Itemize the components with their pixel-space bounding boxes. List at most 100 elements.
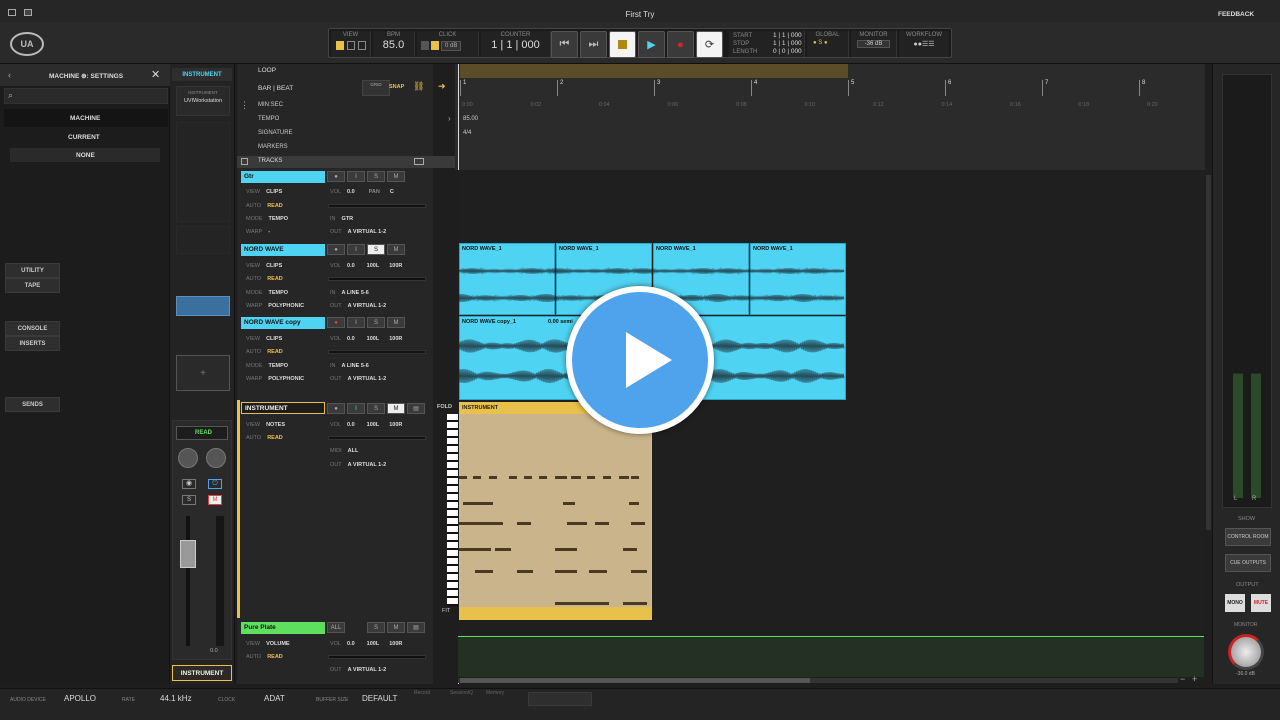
track-name[interactable]: NORD WAVE copy bbox=[241, 317, 325, 329]
record-button[interactable]: ● bbox=[667, 31, 694, 58]
view-mixer-icon[interactable] bbox=[335, 41, 344, 50]
feedback-link[interactable]: FEEDBACK bbox=[1218, 11, 1254, 18]
utility-button[interactable]: UTILITY bbox=[5, 263, 60, 278]
loop-region[interactable] bbox=[460, 64, 848, 78]
window-menu-icon[interactable] bbox=[8, 9, 16, 16]
view-value[interactable]: CLIPS bbox=[266, 189, 282, 195]
editor-icon[interactable]: ▤ bbox=[407, 622, 425, 633]
pan-right-value[interactable]: 100R bbox=[389, 422, 402, 428]
inspector-instrument-tab[interactable]: INSTRUMENT bbox=[172, 68, 232, 81]
in-value[interactable]: GTR bbox=[342, 216, 354, 222]
view-value[interactable]: CLIPS bbox=[266, 336, 282, 342]
mode-value[interactable]: TEMPO bbox=[269, 290, 289, 296]
out-value[interactable]: A VIRTUAL 1-2 bbox=[348, 667, 387, 673]
gain-knob[interactable] bbox=[178, 448, 198, 468]
fit-button[interactable]: FIT bbox=[442, 608, 450, 614]
click-volume[interactable]: 0 dB bbox=[441, 41, 462, 51]
scroll-thumb[interactable] bbox=[460, 678, 810, 683]
track-name[interactable]: Gtr bbox=[241, 171, 325, 183]
mute-button[interactable]: M bbox=[387, 403, 405, 414]
pan-left-value[interactable]: 100L bbox=[367, 263, 380, 269]
mode-value[interactable]: TEMPO bbox=[269, 363, 289, 369]
cue-outputs-button[interactable]: CUE OUTPUTS bbox=[1225, 554, 1271, 572]
vol-value[interactable]: 0.0 bbox=[347, 641, 355, 647]
workflow-icons[interactable]: ●●☰☰ bbox=[899, 40, 949, 48]
in-value[interactable]: A LINE 5-6 bbox=[342, 363, 369, 369]
vol-value[interactable]: 0.0 bbox=[347, 422, 355, 428]
pan-right-value[interactable]: 100R bbox=[389, 641, 402, 647]
pan-knob[interactable] bbox=[206, 448, 226, 468]
zoom-out-icon[interactable]: − bbox=[1180, 674, 1185, 684]
volume-slider[interactable] bbox=[328, 436, 426, 440]
power-icon[interactable]: ⏻ bbox=[208, 479, 222, 489]
loop-button[interactable]: ⟳ bbox=[696, 31, 723, 58]
warp-value[interactable]: POLYPHONIC bbox=[268, 376, 304, 382]
record-arm-button[interactable]: ● bbox=[327, 171, 345, 182]
window-title[interactable]: First Try bbox=[600, 10, 680, 19]
volume-slider[interactable] bbox=[328, 655, 426, 659]
track-name[interactable]: NORD WAVE bbox=[241, 244, 325, 256]
signature-value[interactable]: 4/4 bbox=[463, 130, 471, 136]
control-room-button[interactable]: CONTROL ROOM bbox=[1225, 528, 1271, 546]
tempo-value[interactable]: 85.00 bbox=[463, 116, 478, 122]
view-value[interactable]: CLIPS bbox=[266, 263, 282, 269]
tracks-size-icon[interactable] bbox=[414, 158, 424, 165]
tape-insert-slot[interactable] bbox=[176, 296, 230, 316]
editor-icon[interactable]: ▤ bbox=[407, 403, 425, 414]
track-name[interactable]: Pure Plate bbox=[241, 622, 325, 634]
barbeat-label[interactable]: BAR | BEAT bbox=[258, 85, 293, 92]
inserts-button[interactable]: INSERTS bbox=[5, 336, 60, 351]
track-name[interactable]: INSTRUMENT bbox=[241, 402, 325, 414]
clock-value[interactable]: ADAT bbox=[264, 694, 285, 703]
solo-button[interactable]: S bbox=[367, 622, 385, 633]
view-editor-icon[interactable] bbox=[357, 41, 366, 50]
pan-right-value[interactable]: 100R bbox=[389, 263, 402, 269]
midi-value[interactable]: ALL bbox=[348, 448, 359, 454]
input-monitor-icon[interactable]: ◉ bbox=[182, 479, 196, 489]
rate-value[interactable]: 44.1 kHz bbox=[160, 694, 192, 703]
stop-button[interactable] bbox=[609, 31, 636, 58]
tempo-expand-icon[interactable]: › bbox=[448, 114, 451, 123]
auto-value[interactable]: READ bbox=[267, 435, 283, 441]
vol-value[interactable]: 0.0 bbox=[347, 189, 355, 195]
record-arm-button[interactable]: ● bbox=[327, 317, 345, 328]
view-tracks-icon[interactable] bbox=[346, 41, 355, 50]
out-value[interactable]: A VIRTUAL 1-2 bbox=[348, 303, 387, 309]
counter-value[interactable]: 1 | 1 | 000 bbox=[481, 39, 550, 51]
channel-name[interactable]: INSTRUMENT bbox=[172, 665, 232, 681]
auto-value[interactable]: READ bbox=[267, 349, 283, 355]
instrument-slot[interactable]: INSTRUMENT UVIWorkstation bbox=[176, 86, 230, 116]
tape-button[interactable]: TAPE bbox=[5, 278, 60, 293]
close-icon[interactable]: ✕ bbox=[151, 68, 160, 81]
in-value[interactable]: A LINE 5-6 bbox=[342, 290, 369, 296]
warp-value[interactable]: POLYPHONIC bbox=[268, 303, 304, 309]
input-monitor-button[interactable]: I bbox=[347, 403, 365, 414]
snap-button[interactable]: SNAP bbox=[389, 84, 404, 90]
record-arm-button[interactable]: ● bbox=[327, 244, 345, 255]
grid-button[interactable]: GRID bbox=[362, 80, 390, 96]
mute-output-button[interactable]: MUTE bbox=[1251, 594, 1271, 612]
vertical-scrollbar[interactable] bbox=[1206, 175, 1211, 530]
volume-slider[interactable] bbox=[328, 277, 426, 281]
zoom-in-icon[interactable]: + bbox=[1192, 674, 1197, 684]
more-options-icon[interactable]: ⋮ bbox=[240, 100, 249, 111]
pan-left-value[interactable]: 100L bbox=[367, 422, 380, 428]
out-value[interactable]: A VIRTUAL 1-2 bbox=[348, 376, 387, 382]
volume-slider[interactable] bbox=[328, 350, 426, 354]
warp-value[interactable]: - bbox=[268, 229, 270, 235]
view-value[interactable]: VOLUME bbox=[266, 641, 290, 647]
bpm-value[interactable]: 85.0 bbox=[373, 39, 414, 51]
pan-left-value[interactable]: 100L bbox=[367, 641, 380, 647]
console-button[interactable]: CONSOLE bbox=[5, 321, 60, 336]
mute-button[interactable]: M bbox=[387, 317, 405, 328]
solo-button[interactable]: S bbox=[367, 171, 385, 182]
stop-value[interactable]: 1 | 1 | 000 bbox=[773, 40, 802, 47]
buffer-value[interactable]: DEFAULT bbox=[362, 694, 397, 703]
global-solo-icon[interactable]: ● S ● bbox=[813, 40, 842, 46]
volume-fader[interactable] bbox=[180, 540, 196, 568]
vol-value[interactable]: 0.0 bbox=[347, 263, 355, 269]
out-value[interactable]: A VIRTUAL 1-2 bbox=[348, 229, 387, 235]
solo-button[interactable]: S bbox=[367, 244, 385, 255]
automation-mode-select[interactable]: READ bbox=[176, 426, 228, 440]
fold-button[interactable]: FOLD bbox=[437, 404, 452, 410]
